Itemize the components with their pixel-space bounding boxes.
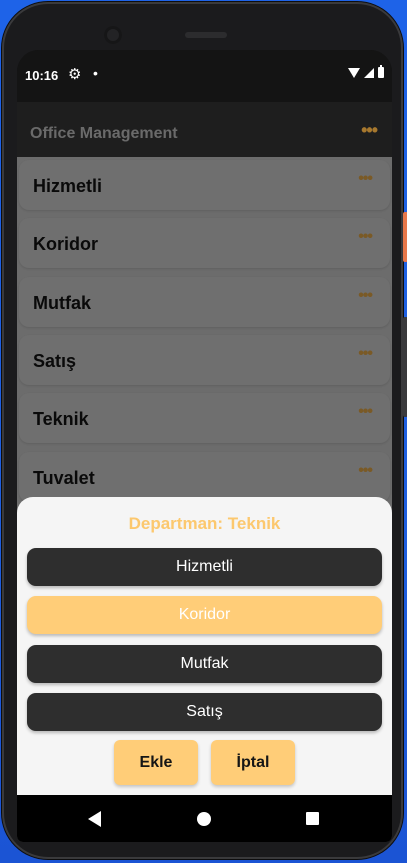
item-more-icon[interactable]: ••• bbox=[358, 287, 373, 305]
item-more-icon[interactable]: ••• bbox=[358, 170, 373, 188]
phone-frame: 10:16 ⚙ • Office Management ••• Hizmetli… bbox=[2, 2, 407, 859]
earpiece-speaker bbox=[185, 32, 227, 38]
app-title: Office Management bbox=[30, 125, 178, 142]
item-more-icon[interactable]: ••• bbox=[358, 345, 373, 363]
home-icon[interactable] bbox=[197, 812, 211, 826]
settings-gear-icon: ⚙ bbox=[68, 66, 82, 83]
option-hizmetli[interactable]: Hizmetli bbox=[27, 548, 382, 586]
department-bottom-sheet: Departman: Teknik Hizmetli Koridor Mutfa… bbox=[17, 497, 392, 795]
option-satis[interactable]: Satış bbox=[27, 693, 382, 731]
device-screen: 10:16 ⚙ • Office Management ••• Hizmetli… bbox=[17, 50, 392, 842]
cancel-button[interactable]: İptal bbox=[211, 740, 295, 785]
list-item-tuvalet[interactable]: Tuvalet ••• bbox=[19, 452, 390, 502]
recent-apps-icon[interactable] bbox=[306, 812, 319, 825]
item-more-icon[interactable]: ••• bbox=[358, 462, 373, 480]
back-icon[interactable] bbox=[88, 811, 101, 827]
item-more-icon[interactable]: ••• bbox=[358, 403, 373, 421]
more-menu-icon[interactable]: ••• bbox=[361, 120, 378, 141]
list-item-label: Mutfak bbox=[33, 293, 91, 313]
power-button bbox=[403, 212, 407, 262]
app-bar: Office Management ••• bbox=[17, 102, 392, 157]
status-time: 10:16 bbox=[25, 68, 59, 83]
list-item-label: Teknik bbox=[33, 409, 89, 429]
item-more-icon[interactable]: ••• bbox=[358, 228, 373, 246]
sheet-title: Departman: Teknik bbox=[128, 514, 281, 533]
list-item-koridor[interactable]: Koridor ••• bbox=[19, 218, 390, 268]
list-item-teknik[interactable]: Teknik ••• bbox=[19, 393, 390, 443]
volume-button bbox=[403, 317, 407, 417]
front-camera bbox=[104, 26, 122, 44]
navigation-bar bbox=[17, 795, 392, 842]
add-button[interactable]: Ekle bbox=[114, 740, 198, 785]
option-mutfak[interactable]: Mutfak bbox=[27, 645, 382, 683]
wifi-icon bbox=[348, 67, 360, 78]
battery-icon bbox=[378, 65, 384, 78]
list-item-label: Tuvalet bbox=[33, 468, 95, 488]
status-bar: 10:16 ⚙ • bbox=[17, 50, 392, 102]
list-item-mutfak[interactable]: Mutfak ••• bbox=[19, 277, 390, 327]
signal-icon bbox=[364, 67, 374, 78]
status-icons bbox=[348, 65, 384, 78]
list-item-hizmetli[interactable]: Hizmetli ••• bbox=[19, 160, 390, 210]
list-item-label: Hizmetli bbox=[33, 176, 103, 196]
list-item-label: Satış bbox=[33, 351, 77, 371]
list-item-satis[interactable]: Satış ••• bbox=[19, 335, 390, 385]
option-koridor[interactable]: Koridor bbox=[27, 596, 382, 634]
list-item-label: Koridor bbox=[33, 234, 98, 254]
notification-dot-icon: • bbox=[93, 65, 98, 81]
